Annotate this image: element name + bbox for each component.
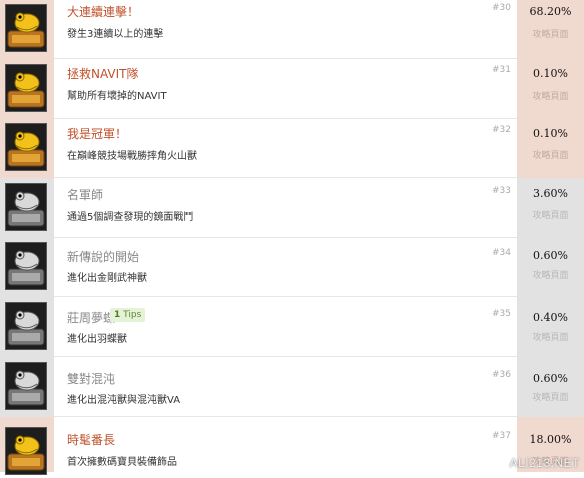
achievement-list: 大連續連擊！ 發生3連續以上的連擊 #30 68.20% 攻略頁面 拯救NAVI… — [0, 0, 584, 475]
achievement-description: 發生3連續以上的連擊 — [67, 29, 164, 40]
achievement-title[interactable]: 大連續連擊！ — [67, 3, 139, 20]
achievement-description: 首次擁數碼寶貝裝備飾品 — [67, 457, 177, 468]
unlock-percentage: 68.20% — [529, 5, 572, 18]
achievement-description: 進化出混沌獸與混沌獸VA — [67, 395, 181, 406]
achievement-row[interactable]: 大連續連擊！ 發生3連續以上的連擊 #30 68.20% 攻略頁面 — [0, 0, 584, 59]
site-watermark: ALI213.NET — [509, 456, 580, 470]
guide-link[interactable]: 攻略頁面 — [517, 268, 584, 281]
tips-badge[interactable]: 1 Tips — [110, 308, 146, 322]
trophy-image — [5, 302, 47, 350]
achievement-title[interactable]: 時髦番長 — [67, 431, 115, 448]
unlock-percentage: 0.10% — [533, 67, 568, 80]
achievement-row[interactable]: 拯救NAVIT隊 幫助所有壞掉的NAVIT #31 0.10% 攻略頁面 — [0, 59, 584, 119]
trophy-image — [5, 183, 47, 231]
achievement-number: #36 — [492, 370, 511, 380]
guide-link[interactable]: 攻略頁面 — [517, 148, 584, 161]
achievement-title[interactable]: 莊周夢蝶 — [67, 309, 115, 326]
achievement-row[interactable]: 名軍師 通過5個調查發現的鏡面戰鬥 #33 3.60% 攻略頁面 — [0, 178, 584, 238]
tips-label: Tips — [123, 310, 142, 320]
guide-link[interactable]: 攻略頁面 — [517, 390, 584, 403]
achievement-number: #34 — [492, 248, 511, 258]
achievement-title[interactable]: 拯救NAVIT隊 — [67, 65, 139, 82]
achievement-description: 通過5個調查發現的鏡面戰鬥 — [67, 212, 194, 223]
achievement-row[interactable]: 莊周夢蝶 1 Tips 進化出羽蝶獸 #35 0.40% 攻略頁面 — [0, 297, 584, 357]
unlock-percentage: 3.60% — [533, 187, 568, 200]
achievement-title[interactable]: 名軍師 — [67, 186, 103, 203]
achievement-number: #31 — [492, 65, 511, 75]
achievement-number: #33 — [492, 186, 511, 196]
guide-link[interactable]: 攻略頁面 — [517, 330, 584, 343]
unlock-percentage: 0.40% — [533, 311, 568, 324]
unlock-percentage: 0.60% — [533, 372, 568, 385]
achievement-row[interactable]: 新傳說的開始 進化出金剛武神獸 #34 0.60% 攻略頁面 — [0, 237, 584, 297]
unlock-percentage: 0.60% — [533, 249, 568, 262]
achievement-title[interactable]: 雙對混沌 — [67, 370, 115, 387]
achievement-row[interactable]: 雙對混沌 進化出混沌獸與混沌獸VA #36 0.60% 攻略頁面 — [0, 357, 584, 417]
achievement-number: #37 — [492, 431, 511, 441]
guide-link[interactable]: 攻略頁面 — [517, 208, 584, 221]
unlock-percentage: 0.10% — [533, 127, 568, 140]
achievement-number: #35 — [492, 309, 511, 319]
guide-link[interactable]: 攻略頁面 — [517, 89, 584, 102]
unlock-percentage: 18.00% — [529, 433, 572, 446]
trophy-image — [5, 427, 47, 475]
achievement-description: 在巔峰競技場戰勝摔角火山獸 — [67, 151, 197, 162]
achievement-title[interactable]: 新傳說的開始 — [67, 248, 139, 265]
achievement-description: 進化出羽蝶獸 — [67, 334, 127, 345]
achievement-title[interactable]: 我是冠軍！ — [67, 125, 127, 142]
tips-count: 1 — [114, 310, 121, 320]
trophy-image — [5, 242, 47, 290]
trophy-image — [5, 4, 47, 52]
trophy-image — [5, 123, 47, 171]
achievement-description: 進化出金剛武神獸 — [67, 273, 147, 284]
guide-link[interactable]: 攻略頁面 — [517, 27, 584, 40]
achievement-row[interactable]: 時髦番長 首次擁數碼寶貝裝備飾品 #37 18.00% 攻略頁面 — [0, 417, 584, 475]
achievement-number: #32 — [492, 125, 511, 135]
achievement-number: #30 — [492, 3, 511, 13]
achievement-row[interactable]: 我是冠軍！ 在巔峰競技場戰勝摔角火山獸 #32 0.10% 攻略頁面 — [0, 118, 584, 178]
trophy-image — [5, 64, 47, 112]
achievement-description: 幫助所有壞掉的NAVIT — [67, 91, 167, 102]
trophy-image — [5, 362, 47, 410]
